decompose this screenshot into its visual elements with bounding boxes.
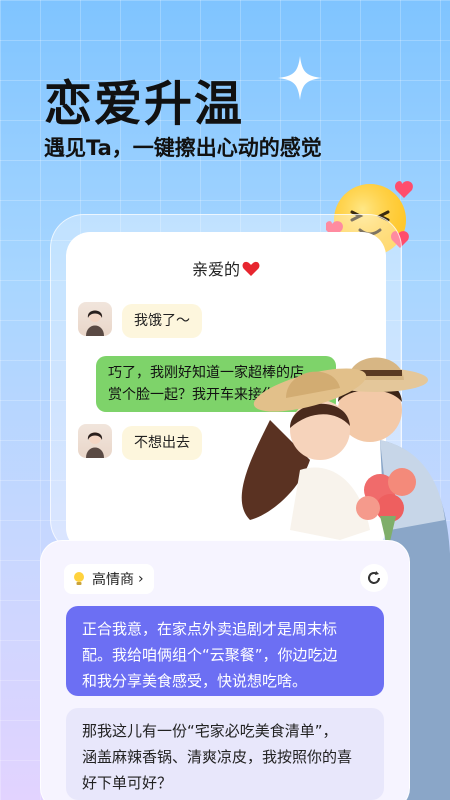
red-heart-icon	[242, 261, 260, 276]
reply-suggestion-1[interactable]: 正合我意，在家点外卖追剧才是周末标 配。我给咱俩组个“云聚餐”，你边吃边 和我分…	[66, 606, 384, 696]
reply-line: 正合我意，在家点外卖追剧才是周末标	[82, 620, 338, 638]
refresh-icon	[368, 571, 380, 584]
sparkle-icon	[278, 56, 322, 100]
reply-line: 涵盖麻辣香锅、清爽凉皮，我按照你的喜	[82, 748, 353, 766]
chat-title-text: 亲爱的	[191, 260, 240, 279]
mode-selector[interactable]: 高情商 ›	[64, 564, 154, 594]
reply-line: 配。我给咱俩组个“云聚餐”，你边吃边	[82, 646, 338, 664]
reply-line: 和我分享美食感受，快说想吃啥。	[82, 672, 308, 690]
chevron-right-icon: ›	[138, 571, 144, 587]
lightbulb-icon	[74, 572, 84, 585]
hero-title: 恋爱升温	[44, 76, 245, 132]
chat-bubble-incoming: 我饿了～	[122, 304, 202, 338]
avatar[interactable]	[78, 424, 112, 458]
chat-title: 亲爱的	[66, 256, 386, 280]
mode-label: 高情商	[92, 572, 134, 588]
refresh-button[interactable]	[360, 564, 388, 592]
avatar[interactable]	[78, 302, 112, 336]
hero-subtitle: 遇见Ta，一键擦出心动的感觉	[44, 136, 322, 160]
chat-bubble-incoming: 不想出去	[122, 426, 202, 460]
reply-line: 好下单可好？	[82, 774, 173, 792]
reply-line: 那我这儿有一份“宅家必吃美食清单”，	[82, 722, 338, 740]
reply-suggestion-2[interactable]: 那我这儿有一份“宅家必吃美食清单”， 涵盖麻辣香锅、清爽凉皮，我按照你的喜 好下…	[66, 708, 384, 800]
